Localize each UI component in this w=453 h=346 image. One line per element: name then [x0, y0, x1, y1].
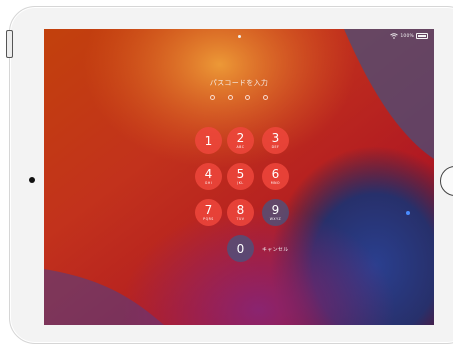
- key-number: 0: [236, 241, 245, 256]
- wifi-icon: [390, 33, 399, 39]
- camera-indicator: [238, 35, 241, 38]
- pointer-cursor: [406, 211, 410, 215]
- key-5[interactable]: 5 JKL: [227, 163, 254, 190]
- key-7[interactable]: 7 PQRS: [195, 199, 222, 226]
- key-number: 6: [271, 167, 280, 181]
- key-number: 8: [236, 203, 245, 217]
- passcode-dot: [227, 95, 233, 100]
- passcode-dot: [210, 95, 215, 100]
- key-letters: JKL: [237, 181, 244, 185]
- key-number: 4: [204, 167, 213, 181]
- key-letters: ABC: [236, 145, 245, 149]
- cancel-button[interactable]: キャンセル: [262, 246, 289, 253]
- battery-percentage: 100%: [400, 33, 414, 39]
- front-camera: [29, 177, 35, 183]
- status-bar: 100%: [390, 32, 428, 40]
- passcode-dots: [210, 95, 268, 101]
- battery-icon: [416, 33, 428, 39]
- key-letters: GHI: [204, 181, 213, 185]
- key-0[interactable]: 0: [227, 235, 254, 262]
- key-number: 7: [204, 203, 213, 217]
- key-number: 9: [271, 203, 280, 217]
- key-letters: TUV: [236, 217, 245, 221]
- passcode-dot: [262, 95, 268, 100]
- key-letters: WXYZ: [269, 217, 282, 221]
- key-letters: MNO: [270, 181, 281, 185]
- key-3[interactable]: 3 DEF: [262, 127, 289, 154]
- key-number: 2: [236, 131, 245, 145]
- key-6[interactable]: 6 MNO: [262, 163, 289, 190]
- key-8[interactable]: 8 TUV: [227, 199, 254, 226]
- key-number: 3: [271, 131, 280, 145]
- key-4[interactable]: 4 GHI: [195, 163, 222, 190]
- key-9[interactable]: 9 WXYZ: [262, 199, 289, 226]
- key-number: 1: [204, 133, 213, 148]
- key-letters: DEF: [271, 145, 280, 149]
- passcode-prompt: パスコードを入力: [209, 79, 269, 87]
- passcode-dot: [245, 95, 251, 100]
- key-1[interactable]: 1: [195, 127, 222, 154]
- top-button[interactable]: [6, 30, 13, 58]
- key-2[interactable]: 2 ABC: [227, 127, 254, 154]
- key-number: 5: [236, 167, 245, 181]
- lock-screen: 100% パスコードを入力 1 2 ABC 3 DEF 4 GHI 5 JKL …: [44, 29, 434, 325]
- key-letters: PQRS: [203, 217, 214, 221]
